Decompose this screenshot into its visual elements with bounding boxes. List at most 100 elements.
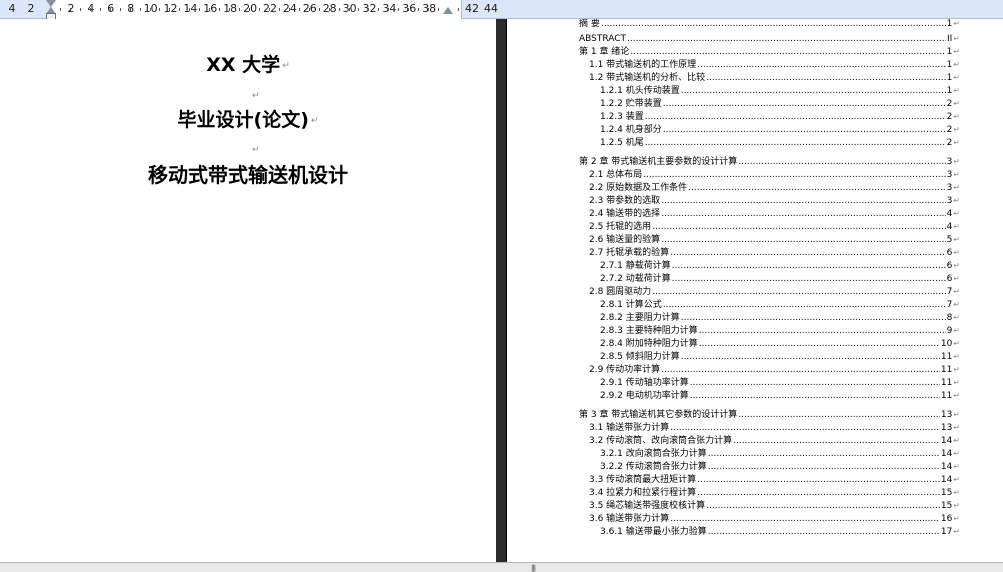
toc-entry[interactable]: 2.9.2 电动机功率计算 11↵ [600, 389, 960, 402]
ruler-tick [319, 8, 320, 11]
toc-entry[interactable]: 2.8.5 倾斜阻力计算11↵ [600, 350, 960, 363]
ruler-number: 18 [223, 2, 238, 15]
paragraph-mark-icon: ↵ [953, 73, 960, 82]
toc-entry[interactable]: 2.8 圆周驱动力7↵ [589, 285, 960, 298]
toc-entry-title: 3.6.1 输送带最小张力验算 [600, 527, 707, 537]
toc-entry[interactable]: 3.2.2 传动滚筒合张力计算14↵ [600, 460, 960, 473]
paragraph-mark-icon: ↵ [953, 60, 960, 69]
toc-entry[interactable]: 2.5 托辊的选用4↵ [589, 220, 960, 233]
toc-leader-dots [645, 137, 946, 150]
paragraph-mark-icon: ↵ [953, 19, 960, 28]
toc-entry[interactable]: 2.3 带参数的选取3↵ [589, 194, 960, 207]
toc-entry[interactable]: 1.2 带式输送机的分析、比较1↵ [589, 71, 960, 84]
paragraph-mark-icon: ↵ [953, 196, 960, 205]
toc-entry[interactable]: 2.7.1 静载荷计算6↵ [600, 259, 960, 272]
toc-entry[interactable]: 3.5 绳芯输送带强度校核计算15↵ [589, 499, 960, 512]
paragraph-mark-icon: ↵ [953, 300, 960, 309]
horizontal-ruler[interactable]: 4224681012141618202224262830323436384244 [0, 0, 1003, 20]
paragraph-mark-icon: ↵ [953, 391, 960, 400]
toc-entry[interactable]: 1.1 带式输送机的工作原理1↵ [589, 58, 960, 71]
ruler-tick [239, 8, 240, 11]
paragraph-mark-icon: ↵ [953, 423, 960, 432]
ruler-tick [90, 8, 91, 11]
toc-entry[interactable]: 2.1 总体布局3↵ [589, 168, 960, 181]
toc-entry[interactable]: 第 1 章 绪论1↵ [579, 45, 960, 58]
toc-entry-title: 1.2.5 机尾 [600, 138, 644, 148]
toc-entry[interactable]: 1.2.2 贮带装置2↵ [600, 97, 960, 110]
ruler-tick [438, 8, 439, 11]
ruler-number: 34 [382, 2, 397, 15]
paragraph-mark-icon: ↵ [953, 47, 960, 56]
toc-entry[interactable]: 3.3 传动滚筒最大扭矩计算14↵ [589, 473, 960, 486]
paragraph-mark-icon: ↵ [953, 436, 960, 445]
toc-entry[interactable]: 3.2.1 改向滚筒合张力计算14↵ [600, 447, 960, 460]
toc-entry[interactable]: 1.2.1 机头传动装置1↵ [600, 84, 960, 97]
toc-entry[interactable]: 1.2.3 装置2↵ [600, 110, 960, 123]
ruler-tick [279, 8, 280, 11]
ruler-tick [358, 8, 359, 11]
paragraph-mark-icon: ↵ [953, 138, 960, 147]
paragraph-mark-icon: ↵ [953, 261, 960, 270]
toc-entry[interactable]: 2.8.2 主要阻力计算8↵ [600, 311, 960, 324]
ruler-tick [339, 8, 340, 11]
toc-entry[interactable]: 第 2 章 带式输送机主要参数的设计计算3↵ [579, 155, 960, 168]
title-page[interactable]: XX 大学 ↵ ↵ 毕业设计(论文) ↵ ↵ 移动式带式输送机设计 [0, 19, 496, 562]
paragraph-mark-icon: ↵ [953, 86, 960, 95]
paragraph-mark-icon: ↵ [953, 352, 960, 361]
toc-entry[interactable]: 2.9 传动功率计算11↵ [589, 363, 960, 376]
ruler-number: 2 [67, 2, 75, 15]
toc-entry[interactable]: 3.4 拉紧力和拉紧行程计算15↵ [589, 486, 960, 499]
toc-entry[interactable]: 2.6 输送量的验算5↵ [589, 233, 960, 246]
ruler-tick [100, 8, 101, 11]
toc-entry[interactable]: 3.1 输送带张力计算13↵ [589, 421, 960, 434]
ruler-tick [269, 8, 270, 11]
ruler-number: 20 [243, 2, 258, 15]
toc-entry[interactable]: 3.6.1 输送带最小张力验算 17↵ [600, 525, 960, 538]
ruler-tick [289, 8, 290, 11]
paragraph-mark-icon: ↵ [953, 209, 960, 218]
paragraph-mark-icon: ↵ [252, 91, 260, 101]
ruler-tick [309, 8, 310, 11]
toc-entry[interactable]: ABSTRACTII↵ [579, 32, 960, 45]
toc-entry[interactable]: 2.9.1 传动轴功率计算11↵ [600, 376, 960, 389]
split-bar-fill [496, 19, 506, 562]
table-of-contents-page[interactable]: 摘 要1↵ ABSTRACTII↵第 1 章 绪论1↵1.1 带式输送机的工作原理… [506, 19, 1003, 562]
toc-entry[interactable]: 1.2.5 机尾 2↵ [600, 136, 960, 149]
ruler-number: 12 [163, 2, 178, 15]
toc-entry[interactable]: 2.8.1 计算公式7↵ [600, 298, 960, 311]
paragraph-mark-icon: ↵ [953, 235, 960, 244]
ruler-tick [130, 8, 131, 11]
paragraph-mark-icon: ↵ [953, 274, 960, 283]
toc-entry[interactable]: 2.7.2 动载荷计算6↵ [600, 272, 960, 285]
toc-entry[interactable]: 3.6 输送带张力计算16↵ [589, 512, 960, 525]
paragraph-mark-icon: ↵ [953, 462, 960, 471]
ruler-tick [169, 8, 170, 11]
paragraph-mark-icon: ↵ [953, 157, 960, 166]
paragraph-mark-icon: ↵ [953, 183, 960, 192]
paragraph-mark-icon: ↵ [953, 449, 960, 458]
page-split-bar[interactable] [496, 19, 506, 562]
ruler-tick [329, 8, 330, 11]
paragraph-mark-icon: ↵ [953, 287, 960, 296]
horizontal-scrollbar[interactable]: ||| [0, 562, 1003, 572]
toc-entry[interactable]: 2.8.3 主要特种阻力计算9↵ [600, 324, 960, 337]
right-indent-marker[interactable] [443, 7, 453, 14]
first-line-indent-marker[interactable] [46, 0, 56, 7]
toc-entry[interactable]: 摘 要 1↵ [579, 19, 960, 30]
toc-entry-page: 17 [940, 527, 953, 537]
paragraph-mark-icon: ↵ [953, 326, 960, 335]
toc-entry[interactable]: 2.2 原始数据及工作条件3↵ [589, 181, 960, 194]
ruler-number: 4 [8, 2, 16, 15]
toc-entry[interactable]: 第 3 章 带式输送机其它参数的设计计算13↵ [579, 408, 960, 421]
ruler-number: 32 [362, 2, 377, 15]
paragraph-mark-icon: ↵ [953, 99, 960, 108]
toc-entry[interactable]: 1.2.4 机身部分2↵ [600, 123, 960, 136]
toc-entry[interactable]: 2.4 输送带的选择4↵ [589, 207, 960, 220]
paragraph-mark-icon: ↵ [953, 125, 960, 134]
toc-entry[interactable]: 2.8.4 附加特种阻力计算10↵ [600, 337, 960, 350]
paragraph-mark-icon: ↵ [953, 248, 960, 257]
toc-entry[interactable]: 2.7 托辊承载的验算6↵ [589, 246, 960, 259]
toc-entry[interactable]: 3.2 传动滚筒、改向滚筒合张力计算14↵ [589, 434, 960, 447]
paragraph-mark-icon: ↵ [282, 60, 290, 71]
scroll-grip-icon[interactable]: ||| [531, 564, 536, 572]
